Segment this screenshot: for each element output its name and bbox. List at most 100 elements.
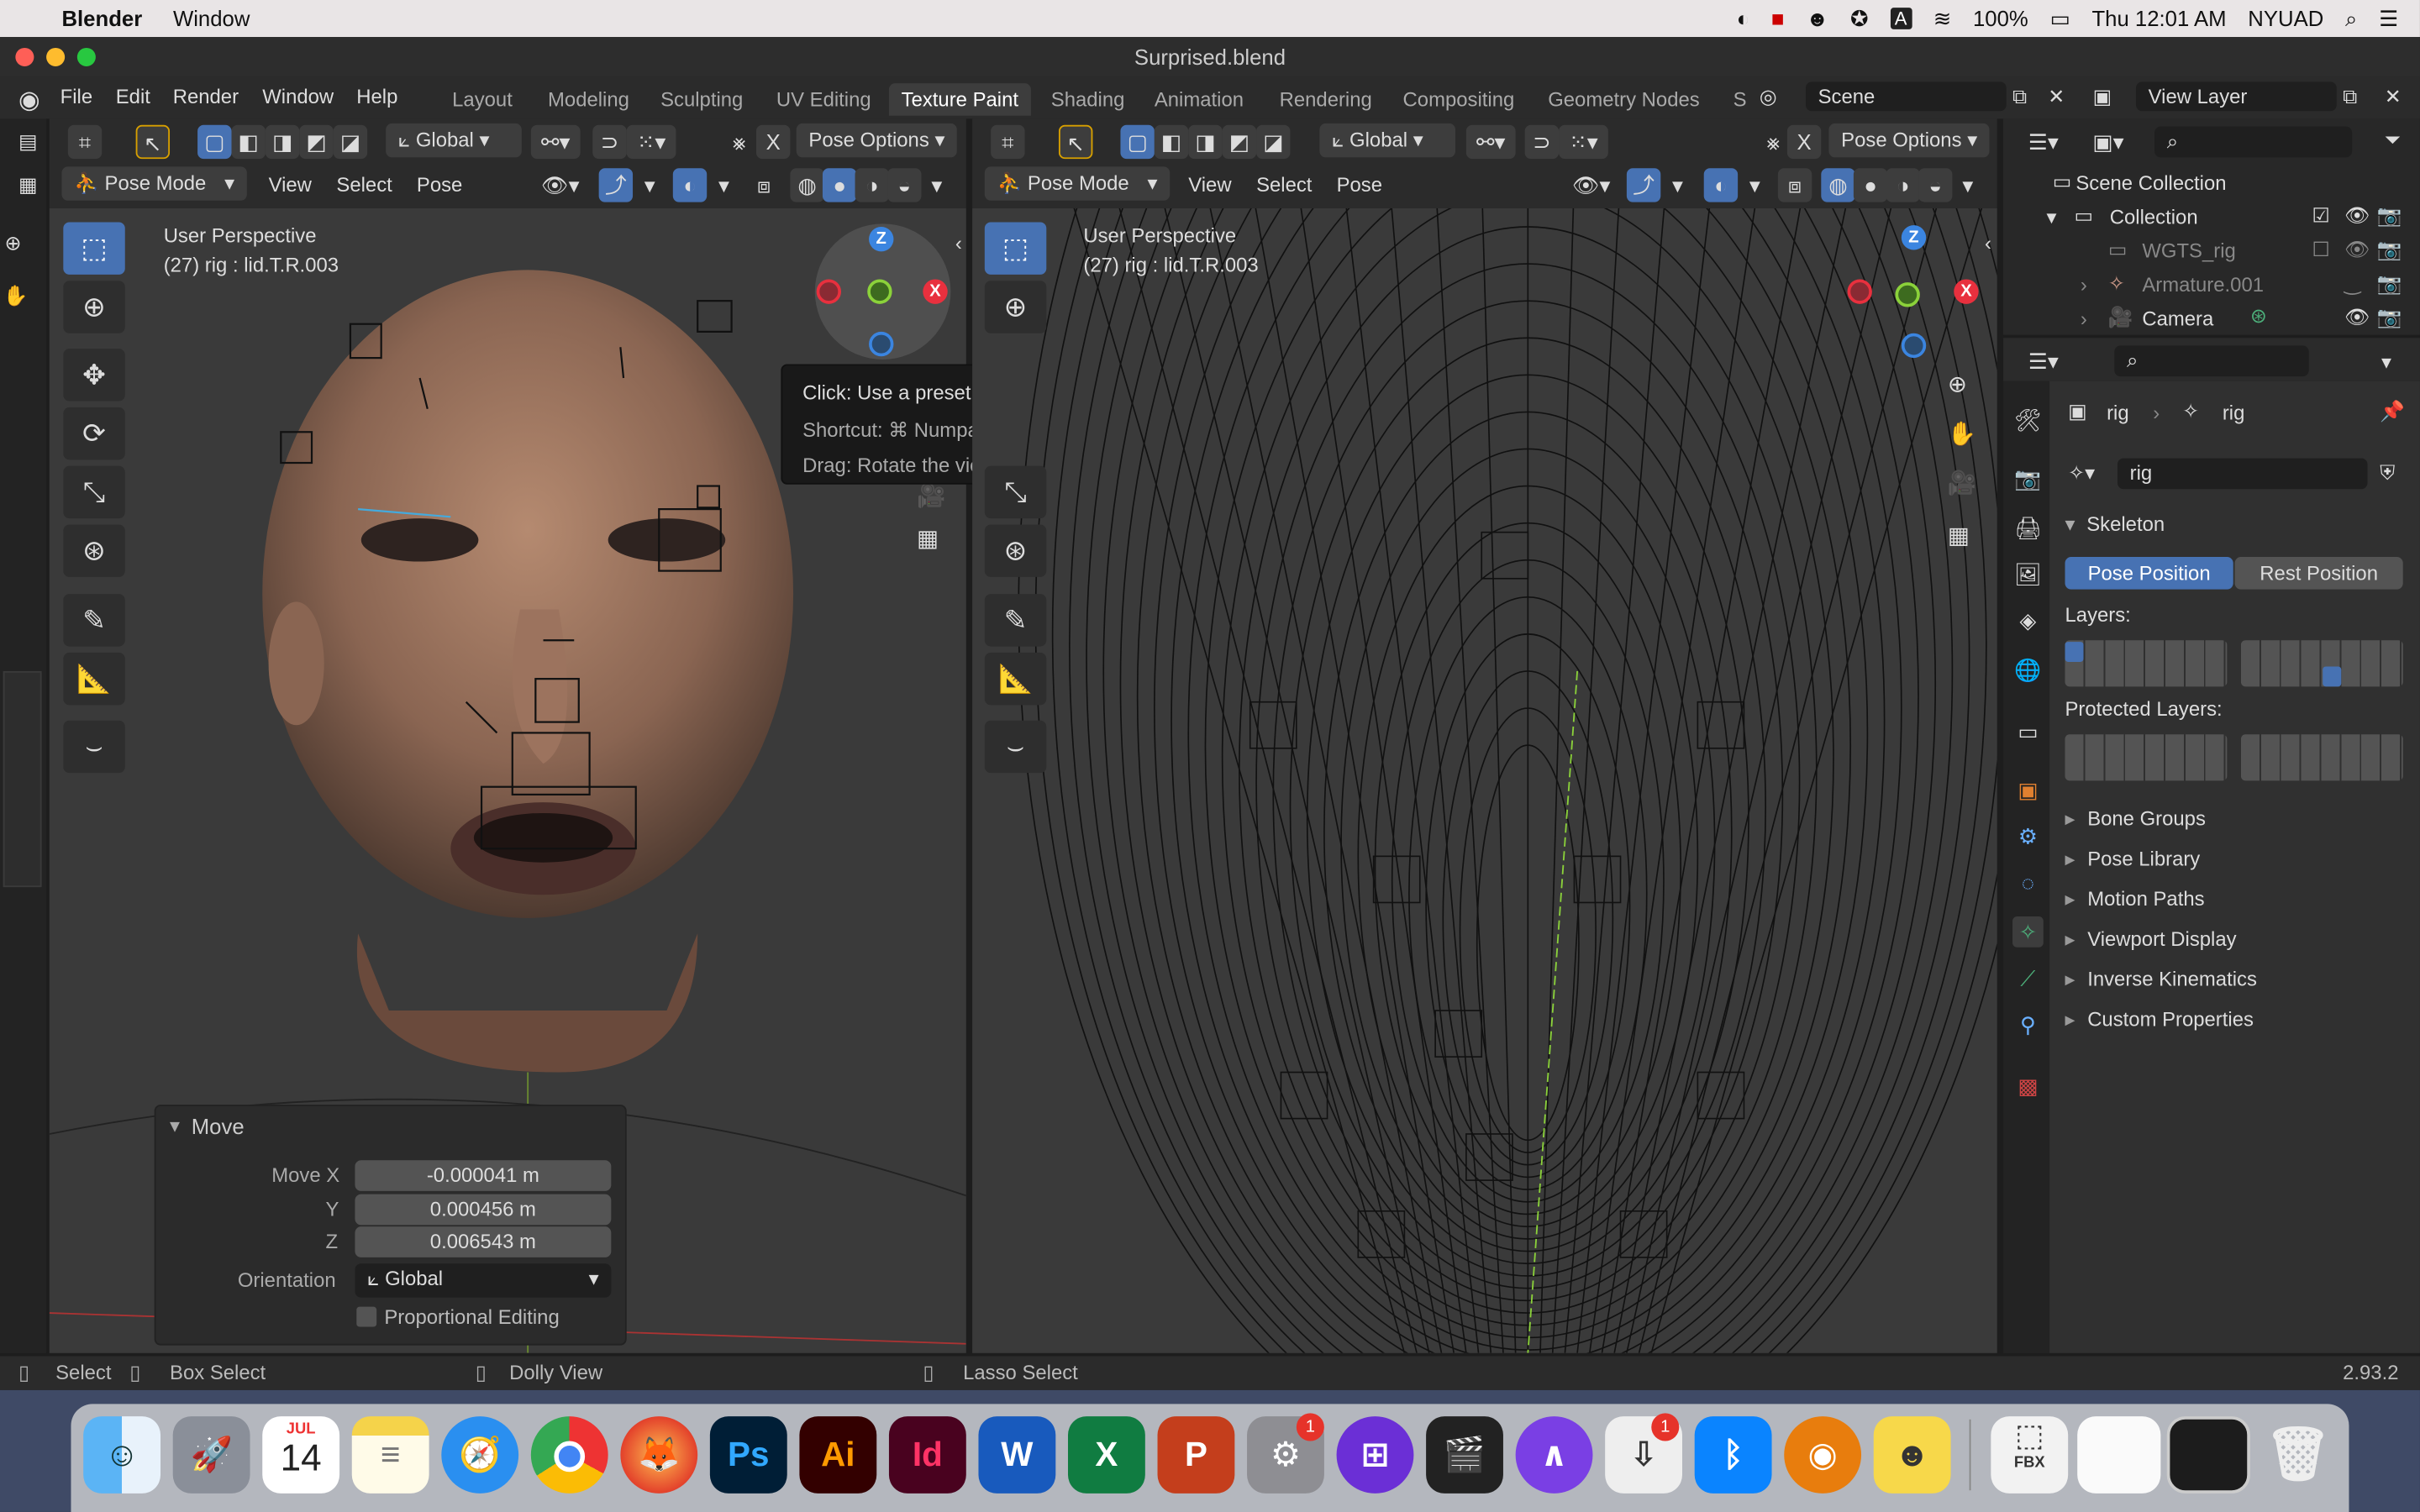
status-icon[interactable]: ☻ <box>1806 6 1828 30</box>
protected-layers-grid-2[interactable] <box>2240 734 2403 781</box>
gizmo-toggle-icon[interactable]: ⤴ <box>598 168 634 202</box>
rotate-tool[interactable]: ⟳ <box>63 407 125 460</box>
properties-search[interactable]: ⌕ <box>2114 345 2309 377</box>
menu-help[interactable]: Help <box>356 85 397 108</box>
physics-tab-icon[interactable]: ◌ <box>2012 867 2044 898</box>
zoom-icon[interactable]: ⊕ <box>1948 370 1967 398</box>
checker-icon[interactable]: ▦ <box>18 173 38 197</box>
finder-icon[interactable]: ☺ <box>83 1416 161 1494</box>
safari-icon[interactable]: 🧭 <box>441 1416 519 1494</box>
breadcrumb-object[interactable]: rig <box>2107 402 2129 425</box>
cursor-tool[interactable]: ⊕ <box>63 281 125 333</box>
view-layer-tab-icon[interactable]: 🖼 <box>2012 559 2044 590</box>
skeleton-panel-toggle[interactable]: ▾ <box>2065 512 2075 537</box>
status-icon[interactable]: ■ <box>1771 6 1785 30</box>
battery-percent[interactable]: 100% <box>1973 6 2028 30</box>
delete-view-layer-icon[interactable]: ✕ <box>2385 85 2402 109</box>
armature-data-tab-icon[interactable]: ✧ <box>2012 916 2044 948</box>
bluetooth-icon[interactable]: ᛒ <box>1694 1416 1772 1494</box>
pan-hand-icon[interactable]: ✋ <box>1948 420 1976 447</box>
menu-view[interactable]: View <box>1188 173 1231 197</box>
bone-tab-icon[interactable]: ⟋ <box>2012 963 2044 994</box>
object-tab-icon[interactable]: ▣ <box>2012 774 2044 806</box>
blender-logo-icon[interactable]: ◉ <box>18 85 40 116</box>
overlay-dropdown-icon[interactable]: ▾ <box>707 168 740 202</box>
constraint-tab-icon[interactable]: ⚲ <box>2012 1009 2044 1040</box>
fbx-document-icon[interactable]: ⬚ FBX <box>1991 1416 2069 1494</box>
checkbox-icon[interactable]: ☐ <box>2312 238 2329 262</box>
tab-rendering[interactable]: Rendering <box>1267 83 1385 116</box>
menu-select[interactable]: Select <box>336 173 392 197</box>
pivot-point-icon[interactable]: ⚯▾ <box>530 124 581 160</box>
panel-pose-library[interactable]: Pose Library <box>2065 847 2408 871</box>
spotlight-icon[interactable]: ⌕ <box>2345 5 2357 31</box>
trash-icon[interactable]: 🗑 <box>2260 1416 2337 1494</box>
bone-layers-grid-1[interactable] <box>2065 640 2228 687</box>
x-mirror-icon[interactable]: ⨳ <box>723 125 756 159</box>
select-mode-intersect-icon[interactable]: ◪ <box>333 124 368 160</box>
panel-inverse-kinematics[interactable]: Inverse Kinematics <box>2065 968 2408 992</box>
breadcrumb-data[interactable]: rig <box>2223 402 2245 425</box>
eye-icon[interactable]: 👁 <box>2344 306 2370 330</box>
chevron-down-icon[interactable]: ▾ <box>2381 350 2391 375</box>
annotate-tool[interactable]: ✎ <box>984 594 1047 647</box>
modifier-tab-icon[interactable]: ⚙ <box>2012 821 2044 852</box>
screen-recorder-icon[interactable]: ⊞ <box>1336 1416 1414 1494</box>
skeleton-panel-title[interactable]: Skeleton <box>2086 512 2165 536</box>
illustrator-icon[interactable]: Ai <box>799 1416 877 1494</box>
select-mode-invert-icon[interactable]: ◩ <box>299 124 334 160</box>
orientation-dropdown[interactable]: ⟀ Global ▾ <box>355 1263 612 1298</box>
outliner-item-collection[interactable]: Collection <box>2110 205 2198 228</box>
move-panel-title[interactable]: Move <box>192 1114 245 1138</box>
indesign-icon[interactable]: Id <box>888 1416 966 1494</box>
eye-icon[interactable]: 👁 <box>2344 203 2370 228</box>
gizmo-y-axis[interactable] <box>867 279 892 304</box>
solid-shading-icon[interactable]: ● <box>1853 168 1888 202</box>
perspective-toggle-icon[interactable]: ▦ <box>917 524 939 552</box>
xray-icon[interactable]: ⧈ <box>1777 168 1812 202</box>
material-shading-icon[interactable]: ◑ <box>855 168 889 202</box>
gizmo-neg-x-axis[interactable] <box>816 279 842 304</box>
select-mode-new-icon[interactable]: ▢ <box>197 124 232 160</box>
move-y-field[interactable]: 0.000456 m <box>355 1194 612 1226</box>
transform-tool[interactable]: ⊛ <box>63 524 125 577</box>
shading-dropdown-icon[interactable]: ▾ <box>920 168 954 202</box>
overlay-dropdown-icon[interactable]: ▾ <box>1738 168 1771 202</box>
select-mode-subtract-icon[interactable]: ◨ <box>265 124 300 160</box>
tab-texture-paint[interactable]: Texture Paint <box>888 83 1031 116</box>
move-tool[interactable]: ✥ <box>63 349 125 402</box>
zoom-window-button[interactable] <box>76 47 96 66</box>
scene-tab-icon[interactable]: ◈ <box>2012 605 2044 636</box>
collapse-sidebar-icon[interactable]: ‹ <box>1985 232 1991 255</box>
blender-icon[interactable]: ◉ <box>1784 1416 1862 1494</box>
tab-shading[interactable]: Shading <box>1039 83 1137 116</box>
visibility-icon[interactable]: 👁▾ <box>534 168 586 202</box>
terminal-thumbnail[interactable] <box>2166 1416 2250 1494</box>
move-x-field[interactable]: -0.000041 m <box>355 1160 612 1191</box>
cursor-tool[interactable]: ⊕ <box>984 281 1047 333</box>
new-view-layer-icon[interactable]: ⧉ <box>2343 85 2357 109</box>
accessibility-icon[interactable]: ✪ <box>1850 5 1869 31</box>
select-box-tool[interactable]: ⬚ <box>984 222 1047 275</box>
transform-orientation-dropdown[interactable]: ⟀ Global ▾ <box>1319 123 1456 158</box>
excel-icon[interactable]: X <box>1067 1416 1145 1494</box>
menu-pose[interactable]: Pose <box>417 173 462 197</box>
camera-icon[interactable]: 📷 <box>2377 271 2402 296</box>
photoshop-icon[interactable]: Ps <box>709 1416 787 1494</box>
select-box-tool[interactable]: ⬚ <box>63 222 125 275</box>
input-source-icon[interactable]: A <box>1890 8 1912 29</box>
visibility-icon[interactable]: 👁▾ <box>1565 168 1617 202</box>
eye-icon[interactable]: 👁 <box>2344 238 2370 262</box>
chrome-icon[interactable] <box>530 1416 608 1494</box>
annotate-tool[interactable]: ✎ <box>63 594 125 647</box>
add-icon[interactable]: ⊕ <box>5 232 22 256</box>
expand-icon[interactable]: › <box>2081 307 2087 331</box>
user-name[interactable]: NYUAD <box>2248 6 2323 30</box>
panel-motion-paths[interactable]: Motion Paths <box>2065 887 2408 911</box>
powerpoint-icon[interactable]: P <box>1157 1416 1235 1494</box>
material-shading-icon[interactable]: ◑ <box>1886 168 1920 202</box>
display-mode-icon[interactable]: ▣▾ <box>2084 125 2133 159</box>
armature-datablock-field[interactable]: rig <box>2117 458 2368 490</box>
camera-icon[interactable]: 📷 <box>2377 203 2402 228</box>
panel-custom-properties[interactable]: Custom Properties <box>2065 1007 2408 1032</box>
